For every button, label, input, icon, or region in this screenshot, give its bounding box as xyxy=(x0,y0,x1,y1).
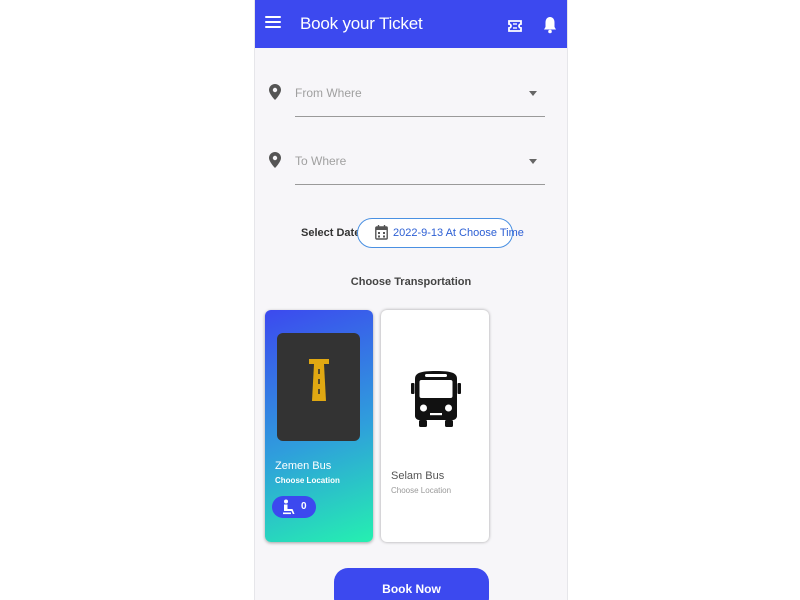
from-select[interactable]: From Where xyxy=(295,80,545,117)
date-picker-button[interactable]: 2022-9-13 At Choose Time xyxy=(357,218,524,248)
bell-icon[interactable] xyxy=(543,16,557,34)
seat-icon xyxy=(283,499,295,515)
app-screen: Book your Ticket From Where To Where Sel… xyxy=(254,0,568,600)
zemen-logo-icon xyxy=(309,359,329,401)
page-title: Book your Ticket xyxy=(300,14,423,33)
to-select[interactable]: To Where xyxy=(295,148,545,185)
choose-transportation-title: Choose Transportation xyxy=(350,276,472,288)
card-location: Choose Location xyxy=(275,476,340,485)
location-pin-icon xyxy=(269,84,281,100)
zemen-logo xyxy=(277,333,360,441)
from-placeholder: From Where xyxy=(295,86,362,100)
app-bar: Book your Ticket xyxy=(255,0,567,48)
card-name: Zemen Bus xyxy=(275,460,332,472)
card-location: Choose Location xyxy=(391,486,452,495)
book-now-label: Book Now xyxy=(382,582,441,596)
to-field: To Where xyxy=(269,148,549,188)
book-now-button[interactable]: Book Now xyxy=(334,568,489,600)
calendar-icon xyxy=(375,225,388,240)
bus-icon xyxy=(411,371,461,427)
transport-card-selam[interactable]: Selam Bus Choose Location xyxy=(381,310,489,542)
seat-count: 0 xyxy=(301,501,307,512)
card-name: Selam Bus xyxy=(391,470,445,482)
transport-card-zemen[interactable]: Zemen Bus Choose Location 0 xyxy=(265,310,373,542)
menu-icon[interactable] xyxy=(265,14,281,34)
select-date-label: Select Date xyxy=(301,227,361,239)
dropdown-caret-icon xyxy=(529,91,537,96)
date-value: 2022-9-13 At Choose Time xyxy=(393,227,524,239)
to-placeholder: To Where xyxy=(295,154,347,168)
location-pin-icon xyxy=(269,152,281,168)
from-field: From Where xyxy=(269,80,549,120)
seat-count-badge: 0 xyxy=(272,496,316,518)
dropdown-caret-icon xyxy=(529,159,537,164)
ticket-icon[interactable] xyxy=(507,18,523,34)
